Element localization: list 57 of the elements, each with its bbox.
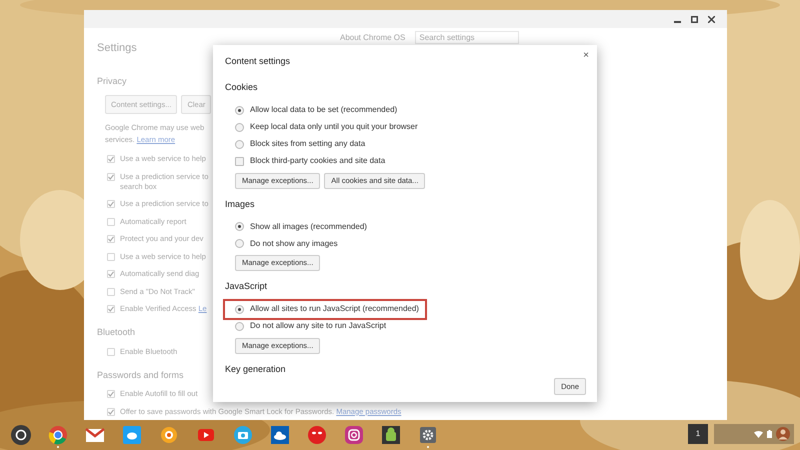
section-heading: Privacy (97, 74, 127, 88)
section-heading: Key generation (225, 362, 287, 376)
ball-face-icon[interactable] (306, 425, 326, 445)
option-label: Show all images (recommended) (250, 220, 367, 232)
target-app-icon[interactable] (158, 425, 178, 445)
checkbox[interactable] (107, 252, 115, 261)
checkbox[interactable] (107, 218, 115, 226)
checkbox[interactable] (107, 408, 115, 416)
radio-button[interactable] (235, 322, 244, 330)
checkbox[interactable] (107, 348, 115, 356)
section-heading: JavaScript (225, 280, 268, 293)
camera-icon[interactable] (232, 425, 252, 445)
mail-icon[interactable] (84, 425, 104, 445)
option-label: Block sites from setting any data (250, 138, 366, 150)
checkbox[interactable] (235, 156, 244, 166)
search-field[interactable]: Search settings (415, 31, 520, 44)
close-icon[interactable] (708, 16, 715, 22)
camera-icon[interactable] (344, 425, 364, 445)
wifi-icon (754, 430, 763, 438)
radio-button[interactable] (235, 222, 244, 231)
close-button[interactable]: × (581, 50, 591, 62)
gear-icon[interactable] (418, 425, 438, 445)
checkbox[interactable] (107, 155, 115, 164)
notification-count[interactable]: 1 (688, 424, 708, 444)
checkbox[interactable] (107, 235, 115, 244)
section-heading: Cookies (225, 81, 259, 94)
radio-button[interactable] (235, 239, 244, 248)
option-label: Keep local data only until you quit your browser (250, 121, 418, 133)
section-heading: Images (225, 198, 256, 211)
checkbox[interactable] (107, 305, 115, 314)
section-heading: Bluetooth (97, 326, 136, 340)
option-label: Block third-party cookies and site data (250, 155, 386, 167)
radio-button[interactable] (235, 122, 244, 132)
checkbox[interactable] (107, 288, 115, 296)
cloud-icon[interactable] (270, 425, 290, 445)
battery-icon (767, 430, 772, 438)
bird-icon[interactable] (122, 425, 142, 445)
launcher-icon[interactable] (10, 425, 30, 445)
avatar-icon (776, 427, 790, 441)
status-tray[interactable] (714, 424, 794, 444)
checkbox[interactable] (107, 172, 115, 181)
checkbox[interactable] (107, 390, 115, 398)
maximize-icon[interactable] (691, 16, 698, 22)
android-icon[interactable] (380, 425, 400, 445)
checkbox[interactable] (107, 200, 115, 208)
option-label: Do not allow any site to run JavaScript (250, 320, 386, 332)
radio-button[interactable] (235, 140, 244, 148)
radio-button[interactable] (235, 304, 244, 314)
browser-icon[interactable] (48, 425, 68, 445)
dialog-title: Content settings (225, 55, 290, 68)
option-label: Do not show any images (250, 238, 338, 250)
page-title: Settings (97, 41, 137, 56)
radio-button[interactable] (235, 106, 244, 114)
checkbox[interactable] (107, 270, 115, 278)
section-heading: Passwords and forms (97, 368, 184, 382)
option-label: Allow all sites to run JavaScript (recommended) (250, 303, 419, 315)
option-label: Allow local data to be set (recommended) (250, 104, 398, 116)
